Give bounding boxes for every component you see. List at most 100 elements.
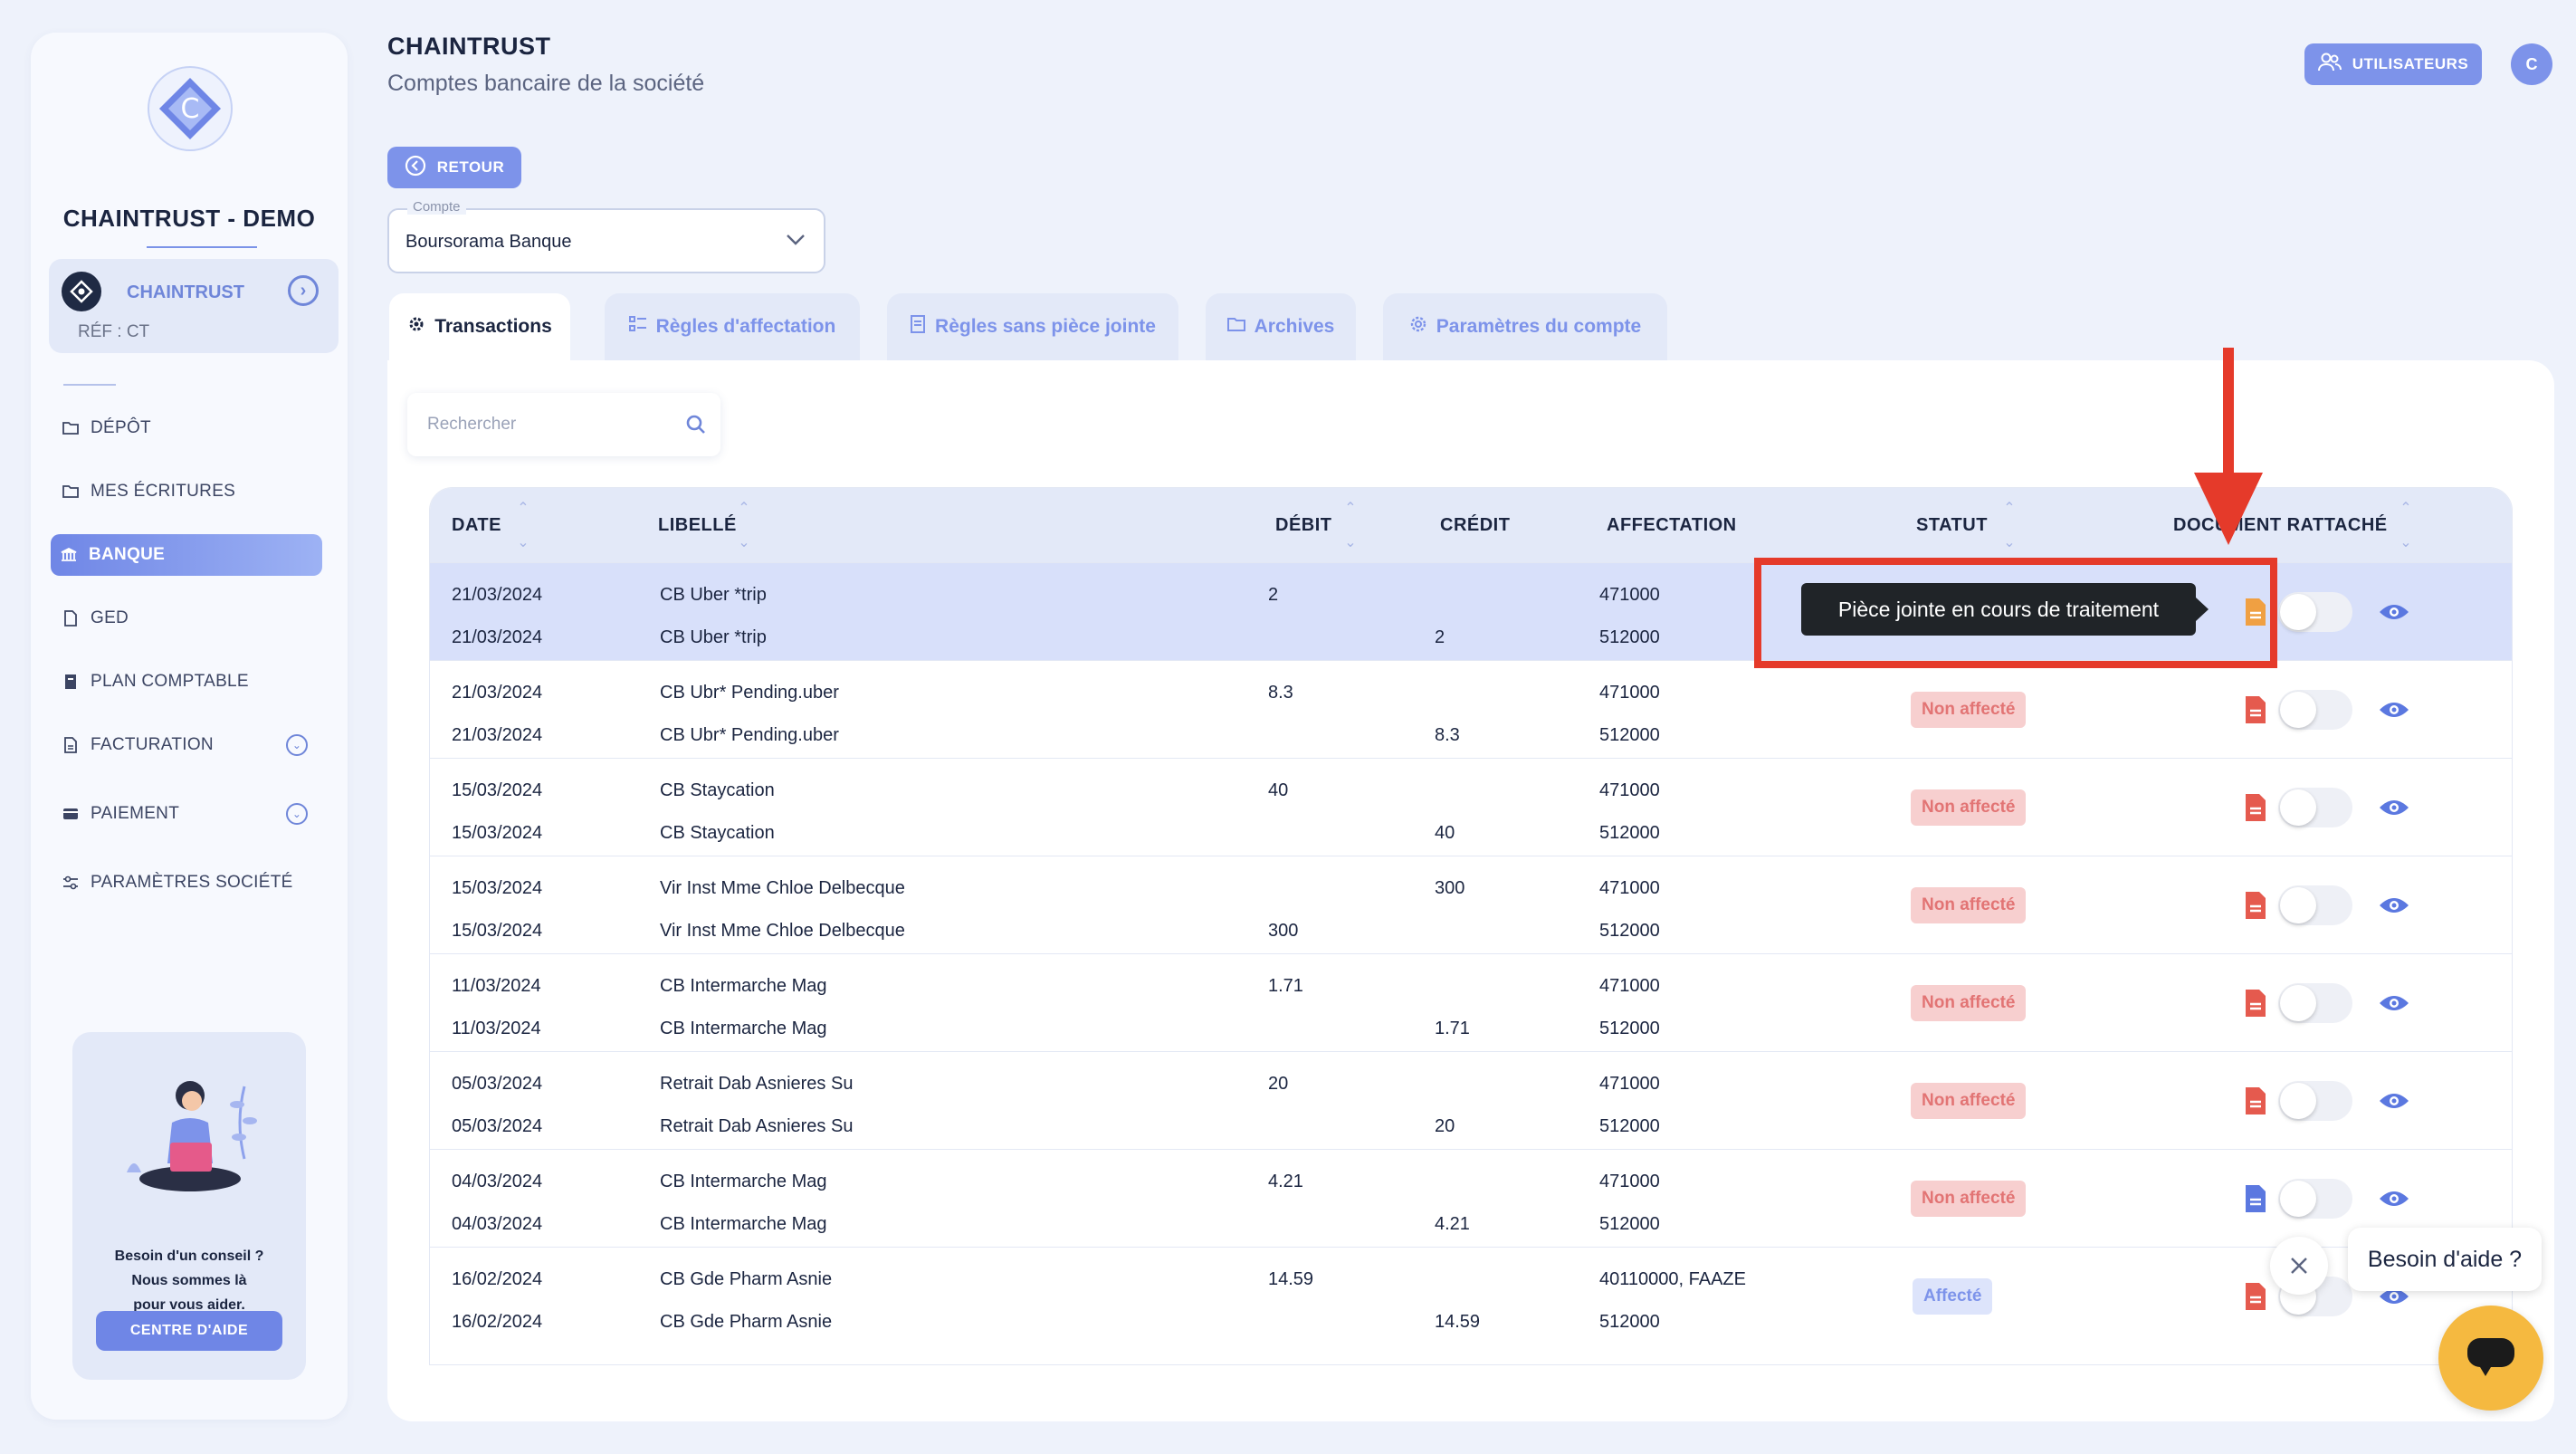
column-header-affectation[interactable]: AFFECTATION — [1607, 515, 1737, 536]
table-row[interactable]: 16/02/2024 16/02/2024 CB Gde Pharm Asnie CB… — [430, 1247, 2512, 1344]
column-header-date[interactable]: DATE — [452, 515, 501, 536]
org-card[interactable]: CHAINTRUST RÉF : CT › — [49, 259, 339, 353]
cell-credit: 300 — [1435, 878, 1465, 898]
table-row[interactable]: 15/03/2024 15/03/2024 CB Staycation CB Stay… — [430, 758, 2512, 856]
help-text: Besoin d'un conseil ? Nous sommes là pou… — [72, 1244, 306, 1317]
cell-credit: 2 — [1435, 627, 1445, 647]
attachment-toggle[interactable] — [2278, 592, 2352, 632]
cell-affectation: 512000 — [1599, 1116, 1660, 1136]
cell-date: 21/03/2024 — [452, 627, 543, 647]
company-name: CHAINTRUST - DEMO — [62, 205, 316, 232]
table-row[interactable]: 11/03/2024 11/03/2024 CB Intermarche Mag CB… — [430, 953, 2512, 1051]
user-avatar[interactable]: C — [2511, 43, 2552, 85]
attachment-toggle[interactable] — [2278, 690, 2352, 730]
eye-icon[interactable] — [2378, 601, 2410, 623]
account-select[interactable]: Compte Boursorama Banque — [387, 199, 825, 273]
column-header-credit[interactable]: CRÉDIT — [1440, 515, 1510, 536]
document-icon[interactable] — [2244, 1184, 2267, 1213]
chat-button[interactable] — [2438, 1306, 2543, 1411]
chat-bubble[interactable]: Besoin d'aide ? — [2348, 1228, 2542, 1291]
nav-item-ged[interactable]: GED — [52, 598, 326, 639]
search-icon[interactable] — [684, 413, 708, 441]
nav-item-paiement[interactable]: PAIEMENT ⌄ — [52, 793, 326, 835]
org-ref: RÉF : CT — [78, 322, 150, 341]
tab-parametres-compte[interactable]: Paramètres du compte — [1383, 293, 1667, 360]
nav-item-facturation[interactable]: FACTURATION ⌄ — [52, 724, 326, 766]
nav-item-ecritures[interactable]: MES ÉCRITURES — [52, 471, 326, 512]
tab-transactions[interactable]: Transactions — [389, 293, 570, 360]
chevron-right-icon[interactable]: › — [288, 275, 319, 306]
help-illustration-icon — [109, 1068, 272, 1204]
document-icon[interactable] — [2244, 1282, 2267, 1311]
column-header-debit[interactable]: DÉBIT — [1275, 515, 1332, 536]
account-value: Boursorama Banque — [405, 232, 572, 252]
help-center-button[interactable]: CENTRE D'AIDE — [96, 1311, 282, 1351]
users-button[interactable]: UTILISATEURS — [2304, 43, 2482, 85]
tooltip: Pièce jointe en cours de traitement — [1801, 583, 2209, 636]
eye-icon[interactable] — [2378, 992, 2410, 1014]
nav-label: FACTURATION — [91, 735, 214, 754]
cell-libelle: Vir Inst Mme Chloe Delbecque — [660, 878, 905, 898]
org-name: CHAINTRUST — [127, 282, 244, 302]
document-icon[interactable] — [2244, 891, 2267, 920]
table-row[interactable]: 04/03/2024 04/03/2024 CB Intermarche Mag CB… — [430, 1149, 2512, 1247]
tab-regles-affectation[interactable]: Règles d'affectation — [605, 293, 860, 360]
eye-icon[interactable] — [2378, 797, 2410, 818]
org-avatar — [62, 272, 101, 311]
cell-affectation: 471000 — [1599, 585, 1660, 605]
status-badge: Affecté — [1913, 1278, 1993, 1315]
search-placeholder: Rechercher — [427, 415, 517, 434]
table-row[interactable]: 21/03/2024 21/03/2024 CB Ubr* Pending.uber… — [430, 660, 2512, 758]
back-button[interactable]: RETOUR — [387, 147, 521, 188]
attachment-toggle[interactable] — [2278, 1081, 2352, 1121]
cell-affectation: 471000 — [1599, 780, 1660, 800]
chevron-down-icon[interactable]: ⌄ — [286, 803, 308, 825]
cell-affectation: 512000 — [1599, 921, 1660, 941]
sort-icon[interactable]: ⌃ ⌄ — [1340, 499, 1360, 551]
svg-text:C: C — [181, 93, 200, 125]
attachment-toggle[interactable] — [2278, 983, 2352, 1023]
document-icon[interactable] — [2244, 793, 2267, 822]
eye-icon[interactable] — [2378, 1188, 2410, 1210]
eye-icon[interactable] — [2378, 894, 2410, 916]
cell-affectation: 512000 — [1599, 1214, 1660, 1234]
cell-affectation: 471000 — [1599, 683, 1660, 703]
tab-archives[interactable]: Archives — [1206, 293, 1356, 360]
close-icon[interactable] — [2270, 1237, 2328, 1295]
document-icon[interactable] — [2244, 989, 2267, 1018]
attachment-toggle[interactable] — [2278, 1179, 2352, 1219]
eye-icon[interactable] — [2378, 1090, 2410, 1112]
table-row[interactable]: 15/03/2024 15/03/2024 Vir Inst Mme Chloe D… — [430, 856, 2512, 953]
document-icon[interactable] — [2244, 1086, 2267, 1115]
nav-item-parametres-societe[interactable]: PARAMÈTRES SOCIÉTÉ — [52, 862, 326, 904]
cell-debit: 1.71 — [1268, 976, 1303, 996]
search-input[interactable]: Rechercher — [407, 393, 720, 456]
sort-icon[interactable]: ⌃ ⌄ — [734, 499, 754, 551]
cell-libelle: CB Intermarche Mag — [660, 976, 827, 996]
nav-label: BANQUE — [89, 545, 166, 564]
sort-icon[interactable]: ⌃ ⌄ — [513, 499, 533, 551]
divider — [147, 246, 257, 248]
cell-libelle: CB Uber *trip — [660, 585, 767, 605]
attachment-toggle[interactable] — [2278, 885, 2352, 925]
column-header-libelle[interactable]: LIBELLÉ — [658, 515, 737, 536]
tab-regles-sans-piece-jointe[interactable]: Règles sans pièce jointe — [887, 293, 1178, 360]
attachment-toggle[interactable] — [2278, 788, 2352, 827]
nav-item-plan-comptable[interactable]: PLAN COMPTABLE — [52, 661, 326, 703]
chevron-down-icon[interactable]: ⌄ — [286, 734, 308, 756]
receipt-icon — [910, 315, 926, 339]
nav-label: PAIEMENT — [91, 804, 180, 823]
sort-icon[interactable]: ⌃ ⌄ — [2396, 499, 2416, 551]
toggle-knob — [2280, 887, 2316, 923]
nav-item-banque[interactable]: BANQUE — [51, 534, 322, 576]
cell-affectation: 471000 — [1599, 976, 1660, 996]
table-row[interactable]: 05/03/2024 05/03/2024 Retrait Dab Asnieres… — [430, 1051, 2512, 1149]
cell-date: 16/02/2024 — [452, 1312, 543, 1332]
help-line: Nous sommes là — [131, 1273, 247, 1288]
document-icon[interactable] — [2244, 695, 2267, 724]
cell-date: 15/03/2024 — [452, 823, 543, 843]
nav-item-depot[interactable]: DÉPÔT — [52, 407, 326, 449]
column-header-statut[interactable]: STATUT — [1916, 515, 1988, 536]
sort-icon[interactable]: ⌃ ⌄ — [1999, 499, 2019, 551]
eye-icon[interactable] — [2378, 699, 2410, 721]
